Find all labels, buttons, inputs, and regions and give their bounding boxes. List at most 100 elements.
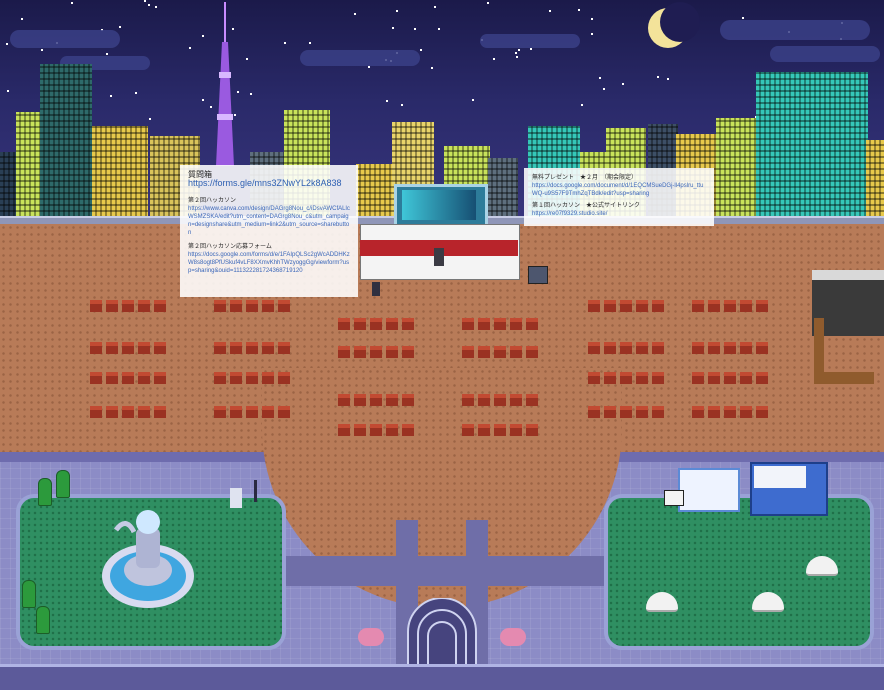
chair[interactable] <box>510 424 522 436</box>
chair[interactable] <box>462 318 474 330</box>
chair[interactable] <box>246 342 258 354</box>
chair[interactable] <box>154 300 166 312</box>
chair[interactable] <box>588 406 600 418</box>
chair[interactable] <box>246 406 258 418</box>
chair[interactable] <box>724 300 736 312</box>
chair[interactable] <box>494 394 506 406</box>
chair[interactable] <box>246 372 258 384</box>
chair[interactable] <box>478 394 490 406</box>
chair[interactable] <box>106 406 118 418</box>
chair[interactable] <box>122 372 134 384</box>
chair[interactable] <box>122 300 134 312</box>
chair[interactable] <box>214 372 226 384</box>
chair[interactable] <box>526 318 538 330</box>
chair[interactable] <box>478 346 490 358</box>
chair[interactable] <box>756 342 768 354</box>
chair[interactable] <box>122 406 134 418</box>
chair[interactable] <box>708 342 720 354</box>
chair[interactable] <box>588 300 600 312</box>
chair[interactable] <box>462 394 474 406</box>
fountain-icon[interactable] <box>100 506 196 610</box>
chair[interactable] <box>692 372 704 384</box>
game-scene[interactable]: 質問箱 https://forms.gle/mns3ZNwYL2k8A838 第… <box>0 0 884 690</box>
chair[interactable] <box>724 372 736 384</box>
chair[interactable] <box>230 372 242 384</box>
chair[interactable] <box>90 342 102 354</box>
chair[interactable] <box>262 300 274 312</box>
chair[interactable] <box>246 300 258 312</box>
chair[interactable] <box>138 406 150 418</box>
chair[interactable] <box>138 342 150 354</box>
chair[interactable] <box>90 300 102 312</box>
chair[interactable] <box>90 406 102 418</box>
chair[interactable] <box>708 406 720 418</box>
chair[interactable] <box>526 424 538 436</box>
chair[interactable] <box>386 318 398 330</box>
chair[interactable] <box>154 372 166 384</box>
chair[interactable] <box>636 406 648 418</box>
chair[interactable] <box>338 318 350 330</box>
chair[interactable] <box>636 372 648 384</box>
chair[interactable] <box>278 406 290 418</box>
chair[interactable] <box>370 424 382 436</box>
chair[interactable] <box>278 372 290 384</box>
chair[interactable] <box>526 394 538 406</box>
chair[interactable] <box>588 342 600 354</box>
chair[interactable] <box>370 394 382 406</box>
chair[interactable] <box>620 342 632 354</box>
application-form-link[interactable]: https://docs.google.com/forms/d/e/1FAIpQ… <box>188 251 350 275</box>
chair[interactable] <box>494 346 506 358</box>
chair[interactable] <box>604 372 616 384</box>
chair[interactable] <box>138 300 150 312</box>
chair[interactable] <box>214 406 226 418</box>
question-box-link[interactable]: https://forms.gle/mns3ZNwYL2k8A838 <box>188 179 350 188</box>
chair[interactable] <box>620 372 632 384</box>
chair[interactable] <box>510 346 522 358</box>
chair[interactable] <box>526 346 538 358</box>
chair[interactable] <box>338 346 350 358</box>
chair[interactable] <box>338 424 350 436</box>
chair[interactable] <box>740 342 752 354</box>
chair[interactable] <box>604 300 616 312</box>
chair[interactable] <box>138 372 150 384</box>
chair[interactable] <box>214 342 226 354</box>
cow-mascot[interactable] <box>664 490 684 506</box>
chair[interactable] <box>354 394 366 406</box>
chair[interactable] <box>338 394 350 406</box>
chair[interactable] <box>402 346 414 358</box>
chair[interactable] <box>386 346 398 358</box>
chair[interactable] <box>652 342 664 354</box>
chair[interactable] <box>740 300 752 312</box>
chair[interactable] <box>122 342 134 354</box>
free-gift-link[interactable]: https://docs.google.com/document/d/1EQCM… <box>532 182 706 198</box>
chair[interactable] <box>402 394 414 406</box>
chair[interactable] <box>214 300 226 312</box>
chair[interactable] <box>510 394 522 406</box>
hackathon-link[interactable]: https://www.canva.com/design/DAGrg8Nou_c… <box>188 205 350 237</box>
right-info-board[interactable]: 無料プレゼント ★２月 （期会限定） https://docs.google.c… <box>524 168 714 226</box>
chair[interactable] <box>652 300 664 312</box>
chair[interactable] <box>106 372 118 384</box>
vending-machine[interactable] <box>230 488 242 508</box>
chair[interactable] <box>510 318 522 330</box>
chair[interactable] <box>756 406 768 418</box>
chair[interactable] <box>724 406 736 418</box>
chair[interactable] <box>692 406 704 418</box>
hackathon-site-link[interactable]: https://re07f9329.studio.site/ <box>532 210 706 218</box>
chair[interactable] <box>262 342 274 354</box>
chair[interactable] <box>154 342 166 354</box>
left-info-board[interactable]: 質問箱 https://forms.gle/mns3ZNwYL2k8A838 第… <box>180 165 358 297</box>
chair[interactable] <box>740 372 752 384</box>
chair[interactable] <box>692 300 704 312</box>
chair[interactable] <box>620 300 632 312</box>
chair[interactable] <box>652 406 664 418</box>
chair[interactable] <box>354 318 366 330</box>
chair[interactable] <box>636 300 648 312</box>
chair[interactable] <box>230 406 242 418</box>
chair[interactable] <box>262 372 274 384</box>
chair[interactable] <box>692 342 704 354</box>
chair[interactable] <box>230 342 242 354</box>
chair[interactable] <box>708 300 720 312</box>
chair[interactable] <box>588 372 600 384</box>
chair[interactable] <box>494 424 506 436</box>
